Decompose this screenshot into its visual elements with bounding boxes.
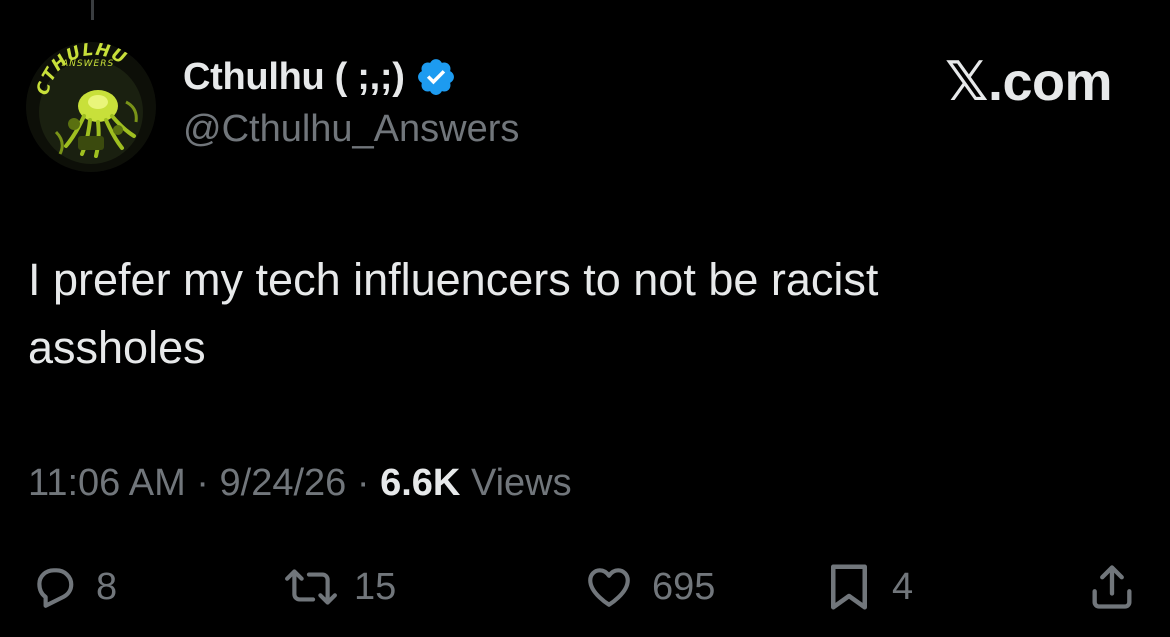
share-button[interactable] xyxy=(1086,560,1138,614)
views-label: Views xyxy=(470,462,572,504)
meta-separator: · xyxy=(356,462,370,504)
bookmark-button[interactable]: 4 xyxy=(822,560,913,614)
post-meta: 11:06 AM · 9/24/26 · 6.6K Views xyxy=(28,462,572,505)
avatar[interactable]: CTHULHU ANSWERS xyxy=(26,42,156,172)
reply-count: 8 xyxy=(96,565,118,608)
author-name-row[interactable]: Cthulhu ( ;,;) xyxy=(183,54,457,100)
post-text-line: assholes xyxy=(28,322,206,373)
thread-connector-line xyxy=(91,0,94,20)
bookmark-count: 4 xyxy=(892,565,914,608)
author-display-name[interactable]: Cthulhu ( ;,;) xyxy=(183,56,405,99)
post-text: I prefer my tech influencers to not be r… xyxy=(28,246,1128,382)
post-time[interactable]: 11:06 AM xyxy=(28,462,186,504)
repost-count: 15 xyxy=(354,565,397,608)
reply-button[interactable]: 8 xyxy=(30,560,117,614)
meta-separator: · xyxy=(196,462,209,504)
repost-button[interactable]: 15 xyxy=(284,560,396,614)
like-count: 695 xyxy=(652,565,716,608)
share-icon xyxy=(1086,561,1138,613)
like-icon xyxy=(582,562,636,612)
like-button[interactable]: 695 xyxy=(582,560,715,614)
post-text-line: I prefer my tech influencers to not be r… xyxy=(28,254,879,305)
repost-icon xyxy=(284,562,338,612)
avatar-image: CTHULHU ANSWERS xyxy=(26,42,156,172)
action-bar: 8 15 695 4 xyxy=(30,560,1142,614)
author-handle[interactable]: @Cthulhu_Answers xyxy=(183,108,519,151)
x-brand-label: 𝕏.com xyxy=(944,52,1113,112)
verified-badge-icon[interactable] xyxy=(415,56,457,98)
svg-text:ANSWERS: ANSWERS xyxy=(61,59,114,69)
reply-icon xyxy=(30,562,80,612)
bookmark-icon xyxy=(822,560,876,614)
post-date[interactable]: 9/24/26 xyxy=(220,462,347,504)
views-count: 6.6K xyxy=(380,462,461,504)
